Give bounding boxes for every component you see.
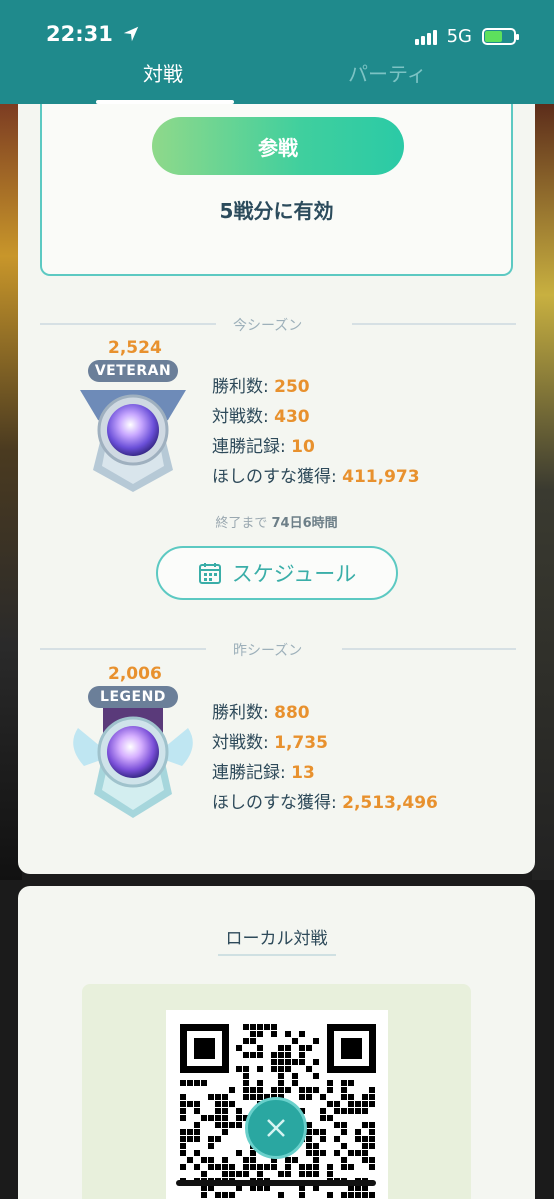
current-rating: 2,524 — [108, 338, 162, 358]
local-battle-underline — [218, 954, 336, 956]
current-season-label: 今シーズン — [233, 318, 303, 334]
prev-season-divider-left — [40, 648, 206, 650]
previous-season-label: 昨シーズン — [233, 643, 303, 659]
tab-party[interactable]: パーティ — [348, 58, 427, 87]
entry-box: 参戦 5戦分に有効 — [40, 84, 513, 276]
home-indicator — [176, 1180, 376, 1186]
veteran-rank-badge: VETERAN — [88, 360, 178, 382]
season-divider-left — [40, 323, 216, 325]
active-tab-indicator — [96, 100, 234, 104]
local-battle-title: ローカル対戦 — [225, 929, 328, 949]
previous-wins: 勝利数: 880 — [212, 703, 310, 723]
schedule-button[interactable]: スケジュール — [156, 546, 398, 600]
previous-battles: 対戦数: 1,735 — [212, 733, 328, 753]
previous-rating: 2,006 — [108, 664, 162, 684]
legend-rank-badge: LEGEND — [88, 686, 178, 708]
battery-icon — [482, 28, 519, 45]
status-time: 22:31 — [46, 22, 140, 46]
close-button[interactable] — [245, 1097, 307, 1159]
battle-card: 参戦 5戦分に有効 今シーズン 2,524 VETERAN 勝利数: 250 対… — [18, 84, 535, 874]
valid-battles-text: 5戦分に有効 — [219, 199, 334, 223]
current-stardust: ほしのすな獲得: 411,973 — [212, 467, 420, 487]
previous-streak: 連勝記録: 13 — [212, 763, 315, 783]
signal-icon — [414, 29, 437, 45]
close-icon — [267, 1119, 285, 1137]
network-label: 5G — [446, 26, 472, 47]
prev-season-divider-right — [342, 648, 516, 650]
previous-stardust: ほしのすな獲得: 2,513,496 — [212, 793, 438, 813]
current-battles: 対戦数: 430 — [212, 407, 310, 427]
location-arrow-icon — [123, 26, 139, 42]
background-art-right — [532, 100, 554, 880]
join-battle-button[interactable]: 参戦 — [152, 117, 404, 175]
season-end-countdown: 終了まで 74日6時間 — [215, 516, 338, 531]
current-streak: 連勝記録: 10 — [212, 437, 315, 457]
header-bar: 22:31 5G 対戦 パーティ — [0, 0, 554, 104]
schedule-label: スケジュール — [231, 562, 357, 586]
season-divider-right — [352, 323, 516, 325]
current-wins: 勝利数: 250 — [212, 377, 310, 397]
status-indicators: 5G — [414, 26, 519, 47]
calendar-icon — [198, 563, 221, 584]
tab-battle[interactable]: 対戦 — [143, 58, 183, 87]
